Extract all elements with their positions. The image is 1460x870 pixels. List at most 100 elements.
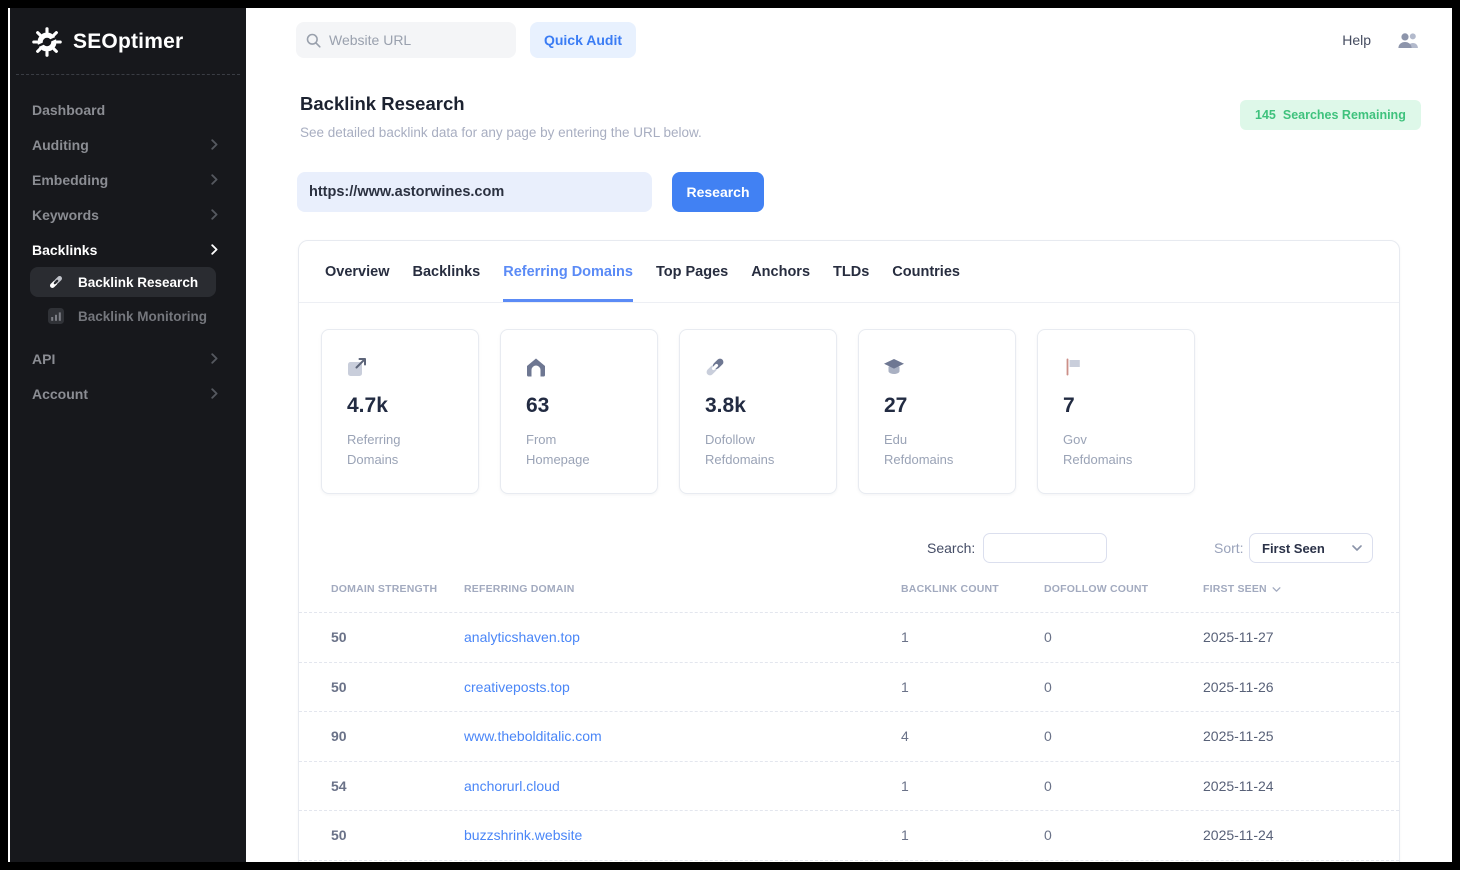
tab-referring-domains[interactable]: Referring Domains xyxy=(503,241,633,302)
tab-countries[interactable]: Countries xyxy=(892,241,960,302)
sidebar-item-auditing[interactable]: Auditing xyxy=(10,127,246,162)
link-icon xyxy=(704,356,726,383)
gear-icon xyxy=(30,25,64,59)
cell-dofollow-count: 0 xyxy=(1044,679,1203,695)
col-backlink-count: BACKLINK COUNT xyxy=(901,583,1044,595)
sidebar-item-label: API xyxy=(32,351,55,367)
stat-card-referring-domains: 4.7k Referring Domains xyxy=(321,329,479,494)
sidebar-item-keywords[interactable]: Keywords xyxy=(10,197,246,232)
chevron-right-icon xyxy=(211,209,218,220)
website-url-input[interactable] xyxy=(329,32,510,48)
logo[interactable]: SEOptimer xyxy=(10,8,246,59)
sidebar: SEOptimer Dashboard Auditing Embedding K… xyxy=(8,8,246,862)
tab-tlds[interactable]: TLDs xyxy=(833,241,869,302)
research-url-input[interactable] xyxy=(297,184,652,200)
cell-referring-domain-link[interactable]: anchorurl.cloud xyxy=(464,778,901,794)
cell-domain-strength: 50 xyxy=(331,827,464,843)
page-subtitle: See detailed backlink data for any page … xyxy=(300,125,702,140)
users-icon[interactable] xyxy=(1397,32,1420,49)
cell-referring-domain-link[interactable]: buzzshrink.website xyxy=(464,827,901,843)
sidebar-item-label: Keywords xyxy=(32,207,99,223)
research-button[interactable]: Research xyxy=(672,172,764,212)
research-url-field[interactable] xyxy=(297,172,652,212)
tab-top-pages[interactable]: Top Pages xyxy=(656,241,728,302)
topbar-right: Help xyxy=(1342,8,1420,72)
chevron-right-icon xyxy=(211,353,218,364)
sidebar-nav: Dashboard Auditing Embedding Keywords Ba… xyxy=(10,92,246,411)
sidebar-item-label: Embedding xyxy=(32,172,108,188)
col-referring-domain: REFERRING DOMAIN xyxy=(464,583,901,595)
chevron-down-icon xyxy=(1272,587,1281,592)
stat-label: Dofollow Refdomains xyxy=(705,430,774,469)
stat-value: 7 xyxy=(1063,394,1075,418)
stat-card-dofollow-refdomains: 3.8k Dofollow Refdomains xyxy=(679,329,837,494)
sidebar-item-backlink-monitoring[interactable]: Backlink Monitoring xyxy=(30,299,216,333)
sidebar-item-api[interactable]: API xyxy=(10,341,246,376)
searches-remaining-badge: 145 Searches Remaining xyxy=(1240,100,1421,130)
table-search-label: Search: xyxy=(927,540,975,556)
stat-label-line1: Referring xyxy=(347,430,400,450)
stat-label-line2: Refdomains xyxy=(705,450,774,470)
sidebar-item-backlinks[interactable]: Backlinks xyxy=(10,232,246,267)
cell-referring-domain-link[interactable]: creativeposts.top xyxy=(464,679,901,695)
chevron-right-icon xyxy=(211,388,218,399)
sidebar-subitem-label: Backlink Monitoring xyxy=(78,309,207,324)
flag-icon xyxy=(1062,356,1084,383)
cell-dofollow-count: 0 xyxy=(1044,778,1203,794)
stat-label: Gov Refdomains xyxy=(1063,430,1132,469)
cell-dofollow-count: 0 xyxy=(1044,629,1203,645)
referring-domains-table: DOMAIN STRENGTH REFERRING DOMAIN BACKLIN… xyxy=(299,577,1399,861)
search-icon xyxy=(306,33,321,48)
col-dofollow-count: DOFOLLOW COUNT xyxy=(1044,583,1203,595)
help-link[interactable]: Help xyxy=(1342,32,1371,48)
chevron-right-icon xyxy=(211,244,218,255)
tab-anchors[interactable]: Anchors xyxy=(751,241,810,302)
quick-audit-button[interactable]: Quick Audit xyxy=(530,22,636,58)
sort-select[interactable]: First Seen xyxy=(1249,533,1373,563)
cell-backlink-count: 1 xyxy=(901,629,1044,645)
sidebar-item-label: Dashboard xyxy=(32,102,105,118)
cell-domain-strength: 54 xyxy=(331,778,464,794)
sidebar-item-account[interactable]: Account xyxy=(10,376,246,411)
cell-dofollow-count: 0 xyxy=(1044,827,1203,843)
cell-first-seen: 2025-11-27 xyxy=(1203,629,1399,645)
table-row: 50 buzzshrink.website 1 0 2025-11-24 xyxy=(299,811,1399,861)
sidebar-item-dashboard[interactable]: Dashboard xyxy=(10,92,246,127)
nav-gap xyxy=(10,333,246,341)
stat-card-gov-refdomains: 7 Gov Refdomains xyxy=(1037,329,1195,494)
sidebar-item-embedding[interactable]: Embedding xyxy=(10,162,246,197)
sidebar-item-backlink-research[interactable]: Backlink Research xyxy=(30,267,216,297)
badge-label: Searches Remaining xyxy=(1283,108,1406,122)
website-url-search[interactable] xyxy=(296,22,516,58)
sort-label: Sort: xyxy=(1214,540,1244,556)
tabs-bar: Overview Backlinks Referring Domains Top… xyxy=(299,241,1399,303)
cell-backlink-count: 1 xyxy=(901,827,1044,843)
table-row: 90 www.thebolditalic.com 4 0 2025-11-25 xyxy=(299,712,1399,762)
stat-label-line2: Refdomains xyxy=(884,450,953,470)
table-header-row: DOMAIN STRENGTH REFERRING DOMAIN BACKLIN… xyxy=(299,577,1399,613)
stat-label-line2: Homepage xyxy=(526,450,590,470)
cell-backlink-count: 1 xyxy=(901,778,1044,794)
chevron-down-icon xyxy=(1352,545,1362,551)
tab-overview[interactable]: Overview xyxy=(325,241,390,302)
col-first-seen[interactable]: FIRST SEEN xyxy=(1203,583,1399,595)
cell-backlink-count: 1 xyxy=(901,679,1044,695)
cell-referring-domain-link[interactable]: analyticshaven.top xyxy=(464,629,901,645)
stat-value: 27 xyxy=(884,394,907,418)
stat-label-line1: From xyxy=(526,430,590,450)
stat-value: 4.7k xyxy=(347,394,388,418)
cell-first-seen: 2025-11-24 xyxy=(1203,827,1399,843)
stat-card-from-homepage: 63 From Homepage xyxy=(500,329,658,494)
sidebar-item-label: Auditing xyxy=(32,137,89,153)
stat-label: Edu Refdomains xyxy=(884,430,953,469)
sidebar-item-label: Backlinks xyxy=(32,242,97,258)
stat-card-edu-refdomains: 27 Edu Refdomains xyxy=(858,329,1016,494)
main-area: Quick Audit Help Backlink Research See d… xyxy=(246,8,1452,862)
tab-backlinks[interactable]: Backlinks xyxy=(413,241,481,302)
table-row: 54 anchorurl.cloud 1 0 2025-11-24 xyxy=(299,762,1399,812)
table-search-input[interactable] xyxy=(983,533,1107,563)
chevron-right-icon xyxy=(211,174,218,185)
logo-text: SEOptimer xyxy=(73,30,183,54)
cell-referring-domain-link[interactable]: www.thebolditalic.com xyxy=(464,728,901,744)
cell-domain-strength: 90 xyxy=(331,728,464,744)
